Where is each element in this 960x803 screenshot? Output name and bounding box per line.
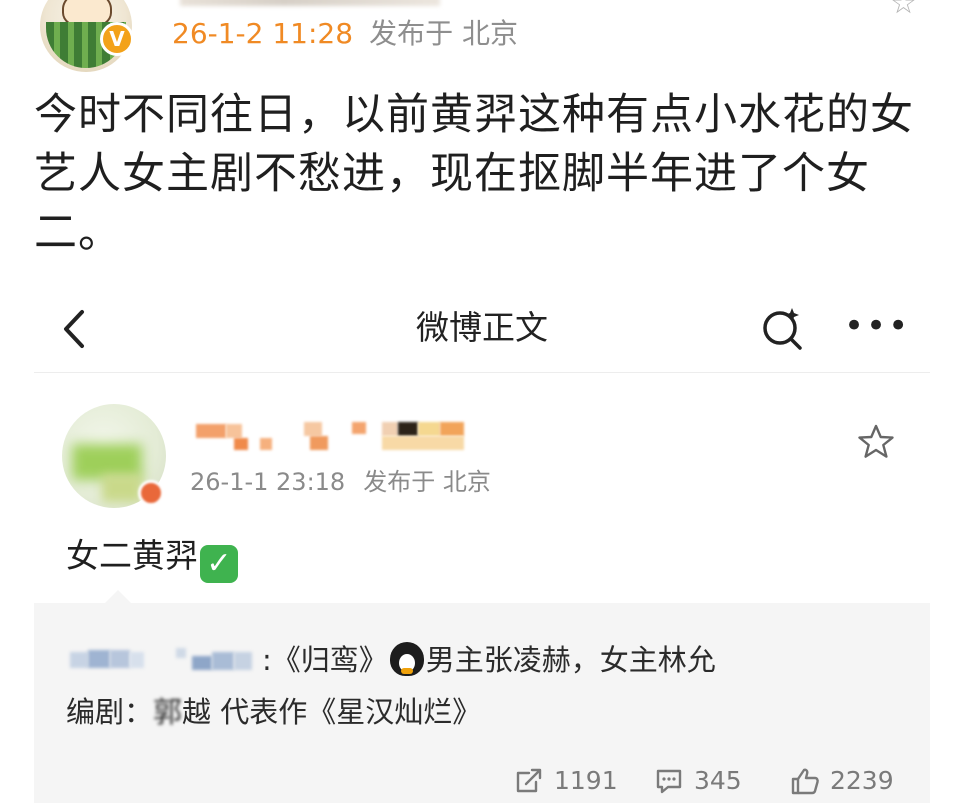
- repost-icon: [516, 768, 542, 793]
- penguin-emoji-icon: [389, 642, 424, 676]
- like-button[interactable]: 2239: [790, 764, 920, 798]
- repost-line1-tail: :《归鸾》: [262, 643, 388, 677]
- redacted-char: 郭: [153, 695, 183, 729]
- pixel-block: [304, 422, 322, 436]
- more-icon[interactable]: •••: [844, 306, 908, 346]
- repost-line2-label: 编剧：: [66, 695, 154, 729]
- favorite-star-icon[interactable]: ☆: [890, 0, 917, 21]
- thumbs-up-icon: [791, 768, 819, 795]
- pixel-block: [110, 650, 130, 668]
- repost-line2-rest: 越 代表作《星汉灿烂》: [182, 695, 482, 729]
- pixel-block: [70, 652, 88, 668]
- pixel-block: [382, 436, 464, 450]
- pixel-block: [176, 648, 186, 658]
- favorite-star-icon[interactable]: [856, 422, 896, 462]
- search-icon[interactable]: [756, 302, 808, 354]
- repost-line1-rest: 男主张凌赫，女主林允: [425, 643, 716, 677]
- outer-username-redacted: [180, 0, 440, 6]
- inner-location: 发布于 北京: [363, 468, 491, 496]
- pixel-block: [212, 652, 234, 670]
- repost-line: 编剧：郭越 代表作《星汉灿烂》: [66, 692, 481, 732]
- pixel-block: [310, 436, 328, 450]
- inner-post-text: 女二黄羿 ✓: [66, 534, 238, 583]
- repost-line: :《归鸾》 男主张凌赫，女主林允: [66, 640, 716, 680]
- inner-username-redacted: [196, 418, 468, 452]
- pixel-block: [234, 652, 252, 670]
- pixel-block: [226, 424, 242, 438]
- outer-location: 发布于 北京: [369, 17, 518, 50]
- pixel-block: [260, 438, 272, 450]
- outer-post-text: 今时不同往日，以前黄羿这种有点小水花的女艺人女主剧不愁进，现在抠脚半年进了个女二…: [34, 90, 914, 258]
- nav-bar: 微博正文 •••: [34, 290, 930, 373]
- inner-post-meta: 26-1-1 23:18 发布于 北京: [190, 466, 491, 498]
- pixel-block: [398, 422, 418, 436]
- outer-timestamp: 26-1-2 11:28: [172, 17, 354, 50]
- pixel-block: [440, 422, 464, 436]
- check-mark-emoji-icon: ✓: [200, 545, 238, 583]
- pixel-block: [418, 422, 440, 436]
- repost-pointer: [104, 590, 132, 604]
- inner-verified-badge-icon: [138, 480, 164, 506]
- repost-count: 1191: [554, 766, 618, 795]
- pixel-block: [352, 422, 366, 434]
- comment-count: 345: [694, 766, 742, 795]
- inner-post-text-content: 女二黄羿: [66, 536, 198, 575]
- outer-post-meta: 26-1-2 11:28 发布于 北京: [172, 17, 518, 51]
- pixel-block: [192, 656, 212, 670]
- avatar-blur-shape: [102, 474, 142, 502]
- pixel-block: [196, 424, 226, 438]
- inner-timestamp: 26-1-1 23:18: [190, 468, 346, 496]
- pixel-block: [382, 422, 398, 436]
- like-count: 2239: [830, 766, 894, 795]
- pixel-block: [234, 438, 248, 450]
- pixel-block: [130, 652, 144, 668]
- mention-redacted[interactable]: [66, 644, 262, 674]
- comment-icon: [656, 769, 682, 794]
- embedded-screenshot: 微博正文 ••• 26-1-1 23:18 发布于 北京 女二黄羿 ✓:《归鸾…: [34, 290, 930, 803]
- pixel-block: [88, 650, 110, 668]
- comment-button[interactable]: 345: [654, 764, 774, 798]
- repost-button[interactable]: 1191: [514, 764, 634, 798]
- verified-badge-icon: V: [100, 22, 134, 56]
